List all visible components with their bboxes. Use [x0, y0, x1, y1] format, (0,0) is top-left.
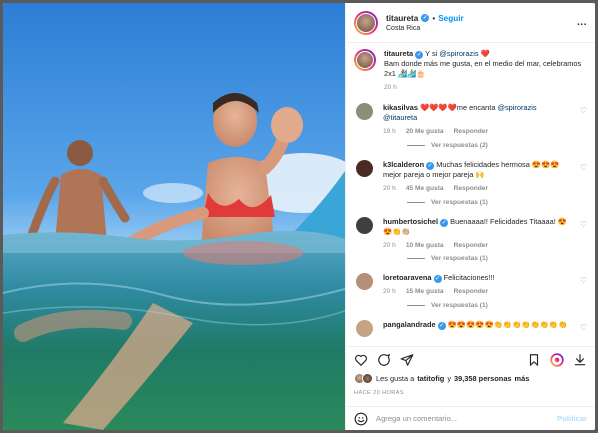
likes-prefix: Les gusta a: [376, 374, 415, 383]
reply-button[interactable]: Responder: [454, 128, 488, 137]
comment-username[interactable]: pangalandrade: [383, 320, 436, 329]
view-replies-label: Ver respuestas (1): [431, 198, 488, 206]
comment: pangalandrade ✓ 😍😍😍😍😍👏👏👏👏👏👏👏👏 ♡: [354, 320, 587, 338]
verified-icon: ✓: [433, 275, 442, 284]
caption: titaureta ✓ Y si @spirorazis ❤️ Bam dond…: [354, 49, 587, 93]
bookmark-icon[interactable]: [527, 353, 541, 367]
comment-time[interactable]: 19 h: [383, 128, 396, 137]
verified-icon: ✓: [421, 14, 430, 22]
caption-username[interactable]: titaureta: [384, 49, 413, 58]
caption-mention[interactable]: @spirorazis: [439, 49, 478, 58]
caption-time[interactable]: 20 h: [384, 84, 397, 93]
view-replies-button[interactable]: Ver respuestas (1): [407, 255, 587, 262]
replies-line: [407, 201, 425, 203]
comment-text: Felicitaciones!!!: [443, 273, 495, 283]
comment-likes[interactable]: 45 Me gusta: [406, 185, 444, 194]
reply-button[interactable]: Responder: [454, 242, 488, 251]
comment-row: humbertosichel ✓ Buenaaaa!! Felicidades …: [354, 216, 587, 251]
reply-button[interactable]: Responder: [454, 185, 488, 194]
post-image: [3, 3, 345, 430]
likes-user[interactable]: tatitofig: [417, 374, 444, 383]
comment-icon[interactable]: [377, 353, 391, 367]
heart-icon[interactable]: ♡: [580, 163, 587, 194]
heart-icon[interactable]: [354, 353, 368, 367]
comment-username[interactable]: humbertosichel: [383, 217, 438, 226]
follow-button[interactable]: Seguir: [438, 14, 463, 23]
verified-icon: ✓: [426, 161, 435, 170]
caption-heart: ❤️: [480, 49, 490, 58]
comment-row: pangalandrade ✓ 😍😍😍😍😍👏👏👏👏👏👏👏👏 ♡: [354, 320, 587, 338]
comment-row: kikasilvas ❤️❤️❤️❤️me encanta @spirorazi…: [354, 102, 587, 137]
post-time-ago[interactable]: HACE 20 HORAS: [354, 390, 404, 396]
comment-username[interactable]: k3lcalderon: [383, 160, 424, 169]
comment-avatar[interactable]: [356, 273, 373, 291]
verified-icon: ✓: [437, 322, 446, 331]
likes-suffix: más: [514, 374, 530, 383]
post-photo[interactable]: [3, 3, 345, 430]
replies-line: [407, 144, 425, 146]
reels-icon[interactable]: [550, 352, 564, 367]
heart-icon[interactable]: ♡: [580, 323, 587, 337]
comment-username[interactable]: kikasilvas: [383, 103, 418, 112]
post-panel: titaureta ✓ • Seguir Costa Rica ... tita…: [345, 3, 595, 430]
view-replies-label: Ver respuestas (1): [431, 255, 488, 263]
caption-avatar[interactable]: [354, 49, 376, 71]
author-username[interactable]: titaureta: [386, 14, 418, 23]
comment-likes[interactable]: 15 Me gusta: [406, 288, 444, 297]
separator-dot: •: [432, 13, 436, 23]
heart-icon[interactable]: ♡: [580, 220, 587, 251]
likes-middle: y: [447, 374, 452, 383]
comment-likes[interactable]: 10 Me gusta: [406, 242, 444, 251]
comment-avatar[interactable]: [356, 216, 373, 234]
comment-likes[interactable]: 20 Me gusta: [406, 128, 444, 137]
view-replies-label: Ver respuestas (2): [431, 141, 488, 149]
action-bar: [346, 346, 595, 372]
comment-text: 😍😍😍😍😍👏👏👏👏👏👏👏👏: [447, 320, 568, 330]
view-replies-label: Ver respuestas (1): [431, 302, 488, 310]
replies-line: [407, 305, 425, 307]
comment-avatar[interactable]: [356, 102, 373, 120]
comment: loretoaravena ✓ Felicitaciones!!! 20 h 1…: [354, 273, 587, 309]
comment: kikasilvas ❤️❤️❤️❤️me encanta @spirorazi…: [354, 102, 587, 149]
reply-button[interactable]: Responder: [454, 288, 488, 297]
liker-avatar: [362, 373, 373, 384]
post-header: titaureta ✓ • Seguir Costa Rica ...: [346, 3, 595, 43]
view-replies-button[interactable]: Ver respuestas (1): [407, 199, 587, 206]
comment-username[interactable]: loretoaravena: [383, 273, 431, 282]
caption-text: Bam donde más me gusta, en el medio del …: [384, 59, 582, 78]
emoji-icon[interactable]: [354, 412, 368, 426]
author-avatar[interactable]: [354, 10, 378, 35]
replies-line: [407, 258, 425, 260]
view-replies-button[interactable]: Ver respuestas (1): [407, 302, 587, 309]
comment-text: ❤️❤️❤️❤️me encanta: [420, 102, 498, 112]
caption-text-before: Y si: [423, 49, 440, 58]
view-replies-button[interactable]: Ver respuestas (2): [407, 142, 587, 149]
comment-avatar[interactable]: [356, 320, 373, 338]
download-icon[interactable]: [573, 353, 587, 367]
post-location[interactable]: Costa Rica: [386, 25, 464, 32]
post-modal: titaureta ✓ • Seguir Costa Rica ... tita…: [3, 3, 595, 430]
comment-time[interactable]: 20 h: [383, 288, 396, 297]
comment-time[interactable]: 20 h: [383, 242, 396, 251]
share-icon[interactable]: [400, 353, 414, 367]
comment: k3lcalderon ✓ Muchas felicidades hermosa…: [354, 159, 587, 206]
comment-input[interactable]: Agrega un comentario...: [376, 414, 549, 423]
author-info: titaureta ✓ • Seguir Costa Rica: [386, 14, 464, 32]
add-comment-bar: Agrega un comentario... Publicar: [346, 406, 595, 430]
heart-icon[interactable]: ♡: [580, 276, 587, 297]
comments-list[interactable]: titaureta ✓ Y si @spirorazis ❤️ Bam dond…: [346, 43, 595, 346]
comment-row: k3lcalderon ✓ Muchas felicidades hermosa…: [354, 159, 587, 194]
more-icon[interactable]: ...: [577, 17, 587, 28]
comment-row: loretoaravena ✓ Felicitaciones!!! 20 h 1…: [354, 273, 587, 297]
likes-summary: Les gusta a tatitofig y 39,358 personas …: [354, 373, 587, 384]
likes-count[interactable]: 39,358 personas: [454, 374, 512, 383]
verified-icon: ✓: [440, 218, 449, 227]
comment-avatar[interactable]: [356, 159, 373, 177]
comment-time[interactable]: 20 h: [383, 185, 396, 194]
publish-button[interactable]: Publicar: [557, 414, 587, 423]
comment: humbertosichel ✓ Buenaaaa!! Felicidades …: [354, 216, 587, 262]
heart-icon[interactable]: ♡: [580, 106, 587, 137]
